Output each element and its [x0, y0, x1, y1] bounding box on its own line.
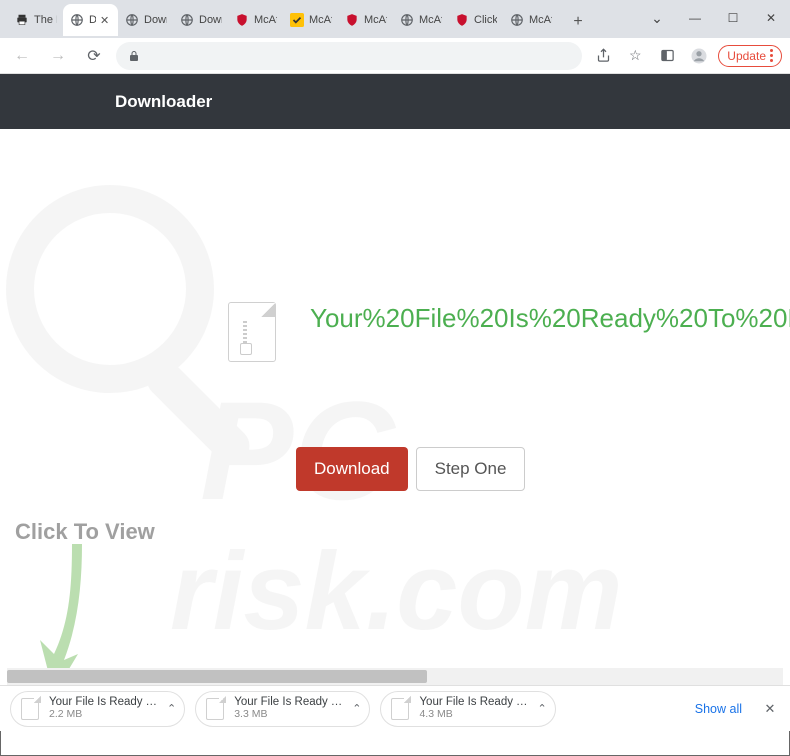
address-bar[interactable] [116, 42, 582, 70]
browser-titlebar: The P Do ✕ Down Down McAf McAf McAf McAf Click McA… [0, 0, 790, 38]
headline: Your%20File%20Is%20Ready%20To%20Dow [310, 303, 790, 334]
forward-button[interactable]: → [44, 42, 72, 70]
click-to-view-label: Click To View [15, 519, 155, 545]
file-icon [389, 696, 411, 722]
screenshot-border [0, 731, 790, 756]
tab-favicon [124, 12, 140, 28]
page-content: Your%20File%20Is%20Ready%20To%20Dow Down… [0, 129, 790, 685]
button-row: Download Step One [296, 447, 525, 491]
download-item-0[interactable]: Your File Is Ready T....iso2.2 MB⌃ [10, 691, 185, 727]
download-size: 2.2 MB [49, 709, 159, 721]
tab-label: McAf [364, 14, 387, 26]
update-button[interactable]: Update [718, 45, 782, 67]
back-button[interactable]: ← [8, 42, 36, 70]
downloads-bar: Your File Is Ready T....iso2.2 MB⌃Your F… [0, 685, 790, 731]
menu-icon [770, 54, 773, 57]
file-icon [228, 302, 276, 362]
download-size: 3.3 MB [234, 709, 344, 721]
arrow-icon [26, 544, 82, 685]
chevron-up-icon[interactable]: ⌃ [537, 702, 546, 715]
toolbar-icons: ☆ Update [590, 43, 782, 69]
tab-label: McAf [254, 14, 277, 26]
tab-9[interactable]: McAf [503, 4, 558, 36]
tab-label: The P [34, 14, 57, 26]
file-icon [19, 696, 41, 722]
tab-favicon [69, 12, 85, 28]
reload-button[interactable]: ⟳ [80, 42, 108, 70]
side-panel-icon[interactable] [654, 43, 680, 69]
tab-5[interactable]: McAf [283, 4, 338, 36]
maximize-button[interactable]: ☐ [714, 6, 752, 30]
tab-label: Click [474, 14, 497, 26]
tab-2[interactable]: Down [118, 4, 173, 36]
bookmark-icon[interactable]: ☆ [622, 43, 648, 69]
tab-6[interactable]: McAf [338, 4, 393, 36]
download-button[interactable]: Download [296, 447, 408, 491]
tab-8[interactable]: Click [448, 4, 503, 36]
tab-label: Down [144, 14, 167, 26]
page-viewport: Downloader PC risk.com Your%20File%20Is%… [0, 74, 790, 685]
horizontal-scrollbar[interactable] [7, 668, 783, 685]
window-controls: ⌄ — ☐ ✕ [638, 0, 790, 38]
show-all-link[interactable]: Show all [695, 702, 742, 716]
tab-favicon [454, 12, 470, 28]
tab-0[interactable]: The P [8, 4, 63, 36]
share-icon[interactable] [590, 43, 616, 69]
tab-4[interactable]: McAf [228, 4, 283, 36]
chevron-up-icon[interactable]: ⌃ [352, 702, 361, 715]
tab-search-button[interactable]: ⌄ [638, 6, 676, 30]
tab-label: McAf [309, 14, 332, 26]
page-header: Downloader [0, 74, 790, 129]
tab-favicon [289, 12, 305, 28]
download-item-2[interactable]: Your File Is Ready T....iso4.3 MB⌃ [380, 691, 555, 727]
step-one-button[interactable]: Step One [416, 447, 526, 491]
tab-favicon [234, 12, 250, 28]
tab-1[interactable]: Do ✕ [63, 4, 118, 36]
tab-7[interactable]: McAf [393, 4, 448, 36]
tab-label: Down [199, 14, 222, 26]
close-downloads-button[interactable]: ✕ [760, 701, 780, 717]
browser-toolbar: ← → ⟳ ☆ Update [0, 38, 790, 74]
minimize-button[interactable]: — [676, 6, 714, 30]
brand-title: Downloader [115, 92, 212, 112]
new-tab-button[interactable]: + [564, 8, 592, 36]
file-icon [204, 696, 226, 722]
tab-label: McAf [529, 14, 552, 26]
download-item-1[interactable]: Your File Is Ready T....iso3.3 MB⌃ [195, 691, 370, 727]
tab-favicon [399, 12, 415, 28]
profile-icon[interactable] [686, 43, 712, 69]
close-tab-icon[interactable]: ✕ [100, 14, 112, 26]
tab-favicon [509, 12, 525, 28]
tab-favicon [179, 12, 195, 28]
lock-icon [126, 48, 142, 64]
download-items: Your File Is Ready T....iso2.2 MB⌃Your F… [10, 691, 556, 727]
download-size: 4.3 MB [419, 709, 529, 721]
tab-favicon [344, 12, 360, 28]
tab-strip: The P Do ✕ Down Down McAf McAf McAf McAf Click McA… [0, 4, 558, 38]
tab-label: Do [89, 14, 96, 26]
tab-3[interactable]: Down [173, 4, 228, 36]
tab-label: McAf [419, 14, 442, 26]
tab-favicon [14, 12, 30, 28]
update-label: Update [727, 49, 766, 63]
close-window-button[interactable]: ✕ [752, 6, 790, 30]
chevron-up-icon[interactable]: ⌃ [167, 702, 176, 715]
scrollbar-thumb[interactable] [7, 670, 427, 683]
